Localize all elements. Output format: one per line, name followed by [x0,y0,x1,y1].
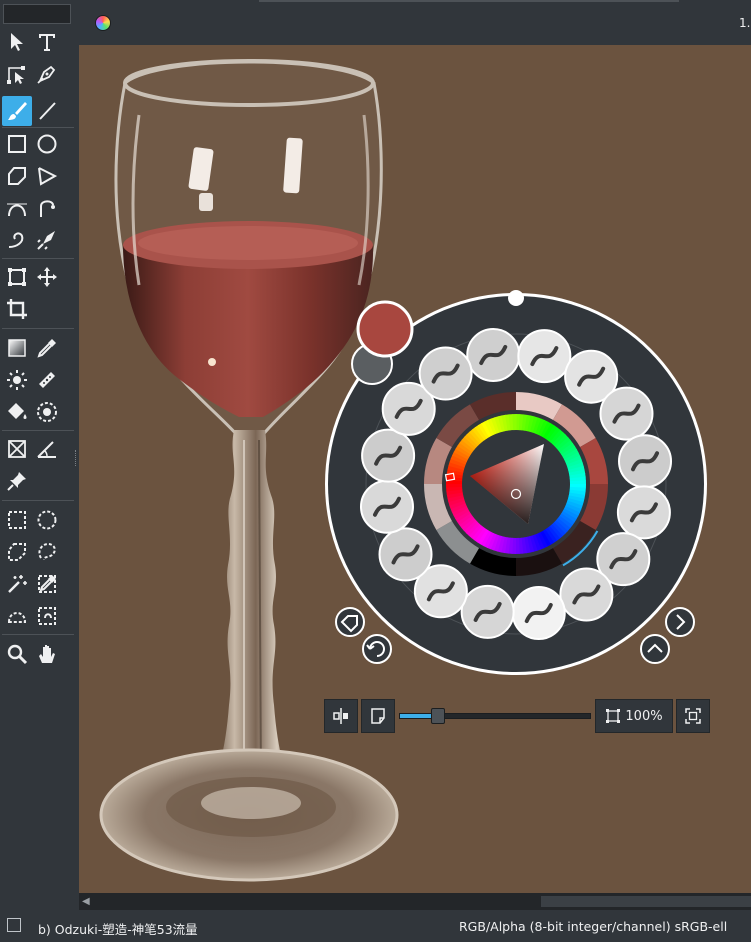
brush-preset-12[interactable] [378,527,433,582]
next-page-button[interactable] [665,607,695,637]
drag-handle-icon[interactable] [508,290,524,306]
mirror-view-button[interactable] [324,699,358,733]
zoom-percent-label: 100% [625,708,663,724]
brush-preset-16[interactable] [418,346,473,401]
zoom-slider[interactable] [399,708,591,724]
reset-zoom-icon [606,709,621,723]
brush-preset-9[interactable] [511,586,566,641]
mirror-view-icon [333,708,348,724]
brush-preset-8[interactable] [559,567,614,622]
button-circle [335,607,365,637]
button-circle [362,634,392,664]
button-circle [665,607,695,637]
foreground-color-swatch[interactable] [356,300,414,358]
brush-preset-13[interactable] [359,479,414,534]
brush-preset-10[interactable] [460,584,515,639]
canvas-only-button[interactable] [361,699,395,733]
zoom-reset-button[interactable]: 100% [595,699,673,733]
popup-palette [325,290,707,675]
fit-to-view-icon [685,708,701,724]
refresh-button[interactable] [362,634,392,664]
button-circle [640,634,670,664]
fit-to-view-button[interactable] [676,699,710,733]
brush-preset-4[interactable] [599,386,654,441]
tags-button[interactable] [335,607,365,637]
brush-preset-5[interactable] [618,434,673,489]
brush-preset-6[interactable] [616,485,671,540]
expand-button[interactable] [640,634,670,664]
brush-preset-14[interactable] [361,428,416,483]
brush-preset-2[interactable] [517,329,572,384]
canvas-only-icon [371,708,385,724]
zoom-slider-handle[interactable] [431,708,446,724]
brush-preset-1[interactable] [466,327,521,382]
